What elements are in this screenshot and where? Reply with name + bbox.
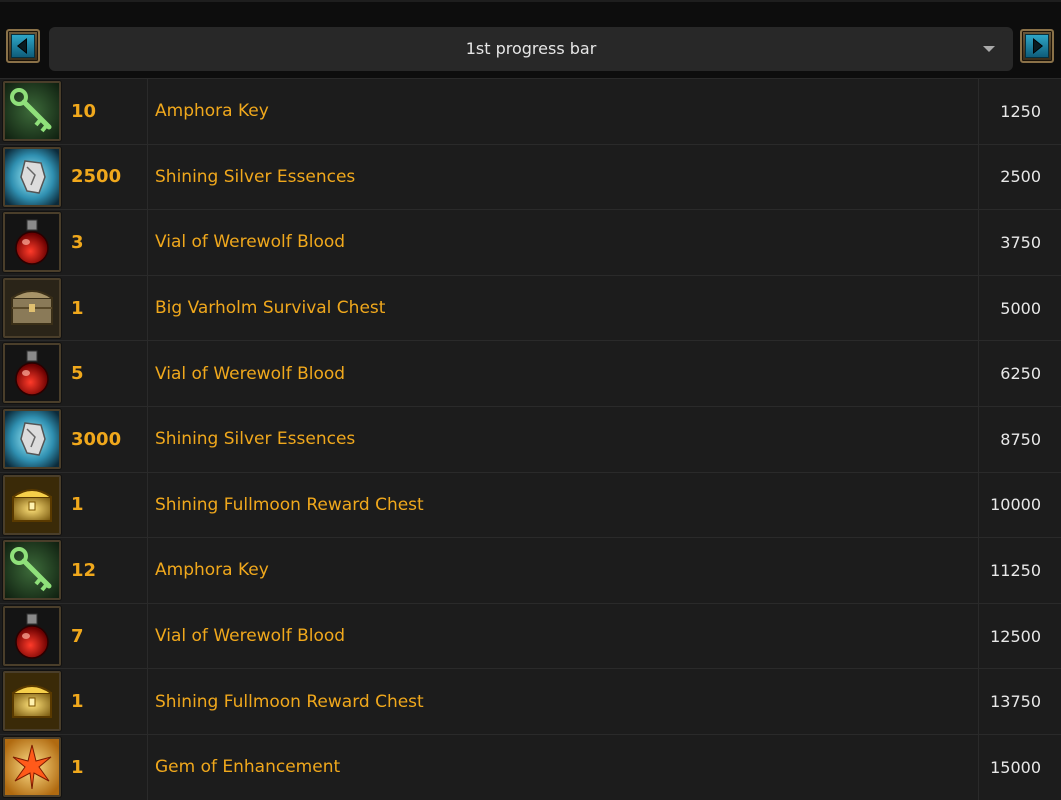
reward-row: 1 Shining Fullmoon Reward Chest 13750 xyxy=(0,668,1061,734)
reward-row: 5 Vial of Werewolf Blood 6250 xyxy=(0,340,1061,406)
chevron-down-icon xyxy=(983,46,995,52)
reward-quantity: 1 xyxy=(65,472,148,538)
survival-chest-icon xyxy=(3,277,61,338)
werewolf-blood-vial-icon xyxy=(3,605,61,666)
reward-quantity: 10 xyxy=(65,79,148,144)
reward-icon-cell xyxy=(0,341,65,406)
next-button[interactable] xyxy=(1020,29,1054,63)
arrow-right-icon xyxy=(1033,38,1044,54)
reward-points: 8750 xyxy=(1000,429,1041,449)
reward-points: 13750 xyxy=(990,692,1041,712)
reward-name: Shining Silver Essences xyxy=(148,144,979,210)
reward-icon-cell xyxy=(0,669,65,734)
reward-points: 15000 xyxy=(990,757,1041,777)
reward-icon-cell xyxy=(0,210,65,275)
amphora-key-icon xyxy=(3,81,61,141)
reward-points: 11250 xyxy=(990,560,1041,580)
reward-quantity: 3 xyxy=(65,210,148,275)
rewards-table: 10 Amphora Key 1250 2500 Shining Silver Esse… xyxy=(0,78,1061,800)
reward-icon-cell xyxy=(0,735,65,800)
reward-quantity: 1 xyxy=(65,669,148,734)
arrow-left-icon xyxy=(16,38,27,54)
silver-essence-icon xyxy=(3,408,61,469)
reward-points: 10000 xyxy=(990,495,1041,515)
reward-row: 1 Shining Fullmoon Reward Chest 10000 xyxy=(0,471,1061,538)
werewolf-blood-vial-icon xyxy=(3,343,61,404)
reward-quantity: 5 xyxy=(65,341,148,406)
reward-icon-cell xyxy=(0,473,65,538)
reward-name: Vial of Werewolf Blood xyxy=(148,210,979,275)
reward-name: Amphora Key xyxy=(148,79,979,144)
werewolf-blood-vial-icon xyxy=(3,212,61,273)
reward-name: Amphora Key xyxy=(148,538,979,603)
reward-points: 12500 xyxy=(990,626,1041,646)
reward-name: Shining Fullmoon Reward Chest xyxy=(148,669,979,734)
reward-icon-cell xyxy=(0,79,65,144)
reward-row: 1 Big Varholm Survival Chest 5000 xyxy=(0,274,1061,341)
reward-quantity: 12 xyxy=(65,538,148,603)
reward-icon-cell xyxy=(0,276,65,341)
reward-name: Gem of Enhancement xyxy=(148,734,979,800)
reward-name: Vial of Werewolf Blood xyxy=(148,341,979,406)
reward-quantity: 1 xyxy=(65,734,148,800)
reward-points: 5000 xyxy=(1000,298,1041,318)
reward-name: Big Varholm Survival Chest xyxy=(148,275,979,341)
reward-points: 1250 xyxy=(1000,101,1041,121)
reward-points: 2500 xyxy=(1000,167,1041,187)
reward-points: 3750 xyxy=(1000,232,1041,252)
fullmoon-chest-icon xyxy=(3,474,61,535)
silver-essence-icon xyxy=(3,146,61,207)
reward-name: Vial of Werewolf Blood xyxy=(148,603,979,669)
amphora-key-icon xyxy=(3,540,61,601)
reward-icon-cell xyxy=(0,407,65,472)
reward-row: 1 Gem of Enhancement 15000 xyxy=(0,733,1061,800)
reward-icon-cell xyxy=(0,145,65,210)
prev-button[interactable] xyxy=(6,29,40,63)
enhancement-gem-icon xyxy=(3,736,61,797)
reward-row: 3000 Shining Silver Essences 8750 xyxy=(0,405,1061,472)
progress-bar-select[interactable]: 1st progress bar xyxy=(49,27,1013,71)
reward-quantity: 7 xyxy=(65,603,148,669)
reward-row: 3 Vial of Werewolf Blood 3750 xyxy=(0,209,1061,275)
reward-quantity: 1 xyxy=(65,275,148,341)
reward-points: 6250 xyxy=(1000,364,1041,384)
reward-quantity: 3000 xyxy=(65,406,148,472)
reward-name: Shining Silver Essences xyxy=(148,406,979,472)
reward-row: 10 Amphora Key 1250 xyxy=(0,78,1061,144)
reward-icon-cell xyxy=(0,604,65,669)
reward-row: 2500 Shining Silver Essences 2500 xyxy=(0,143,1061,210)
reward-name: Shining Fullmoon Reward Chest xyxy=(148,472,979,538)
page: 1st progress bar 10 Amphora Key 1250 2500 Sh… xyxy=(0,0,1061,800)
reward-quantity: 2500 xyxy=(65,144,148,210)
progress-bar-select-value: 1st progress bar xyxy=(465,39,597,58)
reward-row: 12 Amphora Key 11250 xyxy=(0,537,1061,603)
reward-row: 7 Vial of Werewolf Blood 12500 xyxy=(0,602,1061,669)
header-bar: 1st progress bar xyxy=(0,22,1061,78)
fullmoon-chest-icon xyxy=(3,671,61,732)
reward-icon-cell xyxy=(0,538,65,603)
top-divider xyxy=(0,0,1061,2)
